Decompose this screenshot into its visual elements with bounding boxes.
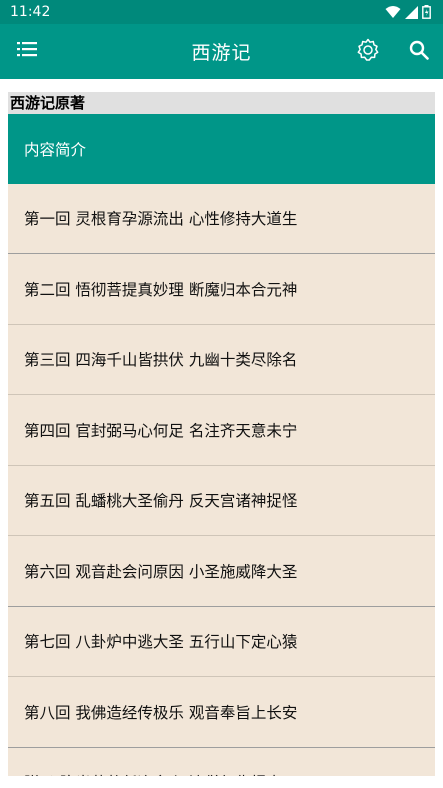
chapter-item-7[interactable]: 第七回 八卦炉中逃大圣 五行山下定心猿 [8,606,435,676]
chapter-list: 内容简介 第一回 灵根育孕源流出 心性修持大道生 第二回 悟彻菩提真妙理 断魔归… [8,114,435,776]
chapter-item-5[interactable]: 第五回 乱蟠桃大圣偷丹 反天宫诸神捉怪 [8,465,435,535]
settings-icon [356,38,380,66]
chapter-item-1[interactable]: 第一回 灵根育孕源流出 心性修持大道生 [8,183,435,253]
chapter-item-8[interactable]: 第八回 我佛造经传极乐 观音奉旨上长安 [8,677,435,747]
chapter-item-2[interactable]: 第二回 悟彻菩提真妙理 断魔归本合元神 [8,254,435,324]
battery-icon [422,5,431,19]
search-icon [409,40,429,64]
chapter-item-4[interactable]: 第四回 官封弼马心何足 名注齐天意未宁 [8,395,435,465]
status-icons [385,5,431,19]
chapter-item-intro[interactable]: 内容简介 [8,114,435,184]
wifi-icon [385,5,401,19]
search-button[interactable] [406,39,432,65]
section-title: 西游记原著 [8,92,435,114]
signal-icon [405,5,418,19]
status-bar: 11:42 [0,0,443,24]
bottom-edge [0,776,443,788]
app-bar: 西游记 [0,24,443,79]
chapter-list-container[interactable]: 西游记原著 内容简介 第一回 灵根育孕源流出 心性修持大道生 第二回 悟彻菩提真… [8,92,435,776]
chapter-item-3[interactable]: 第三回 四海千山皆拱伏 九幽十类尽除名 [8,324,435,394]
chapter-item-appendix[interactable]: 附录 陈光蕊赴任逢灾 江流僧复仇报本 [8,747,435,776]
settings-button[interactable] [354,38,382,66]
chapter-item-6[interactable]: 第六回 观音赴会问原因 小圣施威降大圣 [8,536,435,606]
status-time: 11:42 [10,4,51,20]
